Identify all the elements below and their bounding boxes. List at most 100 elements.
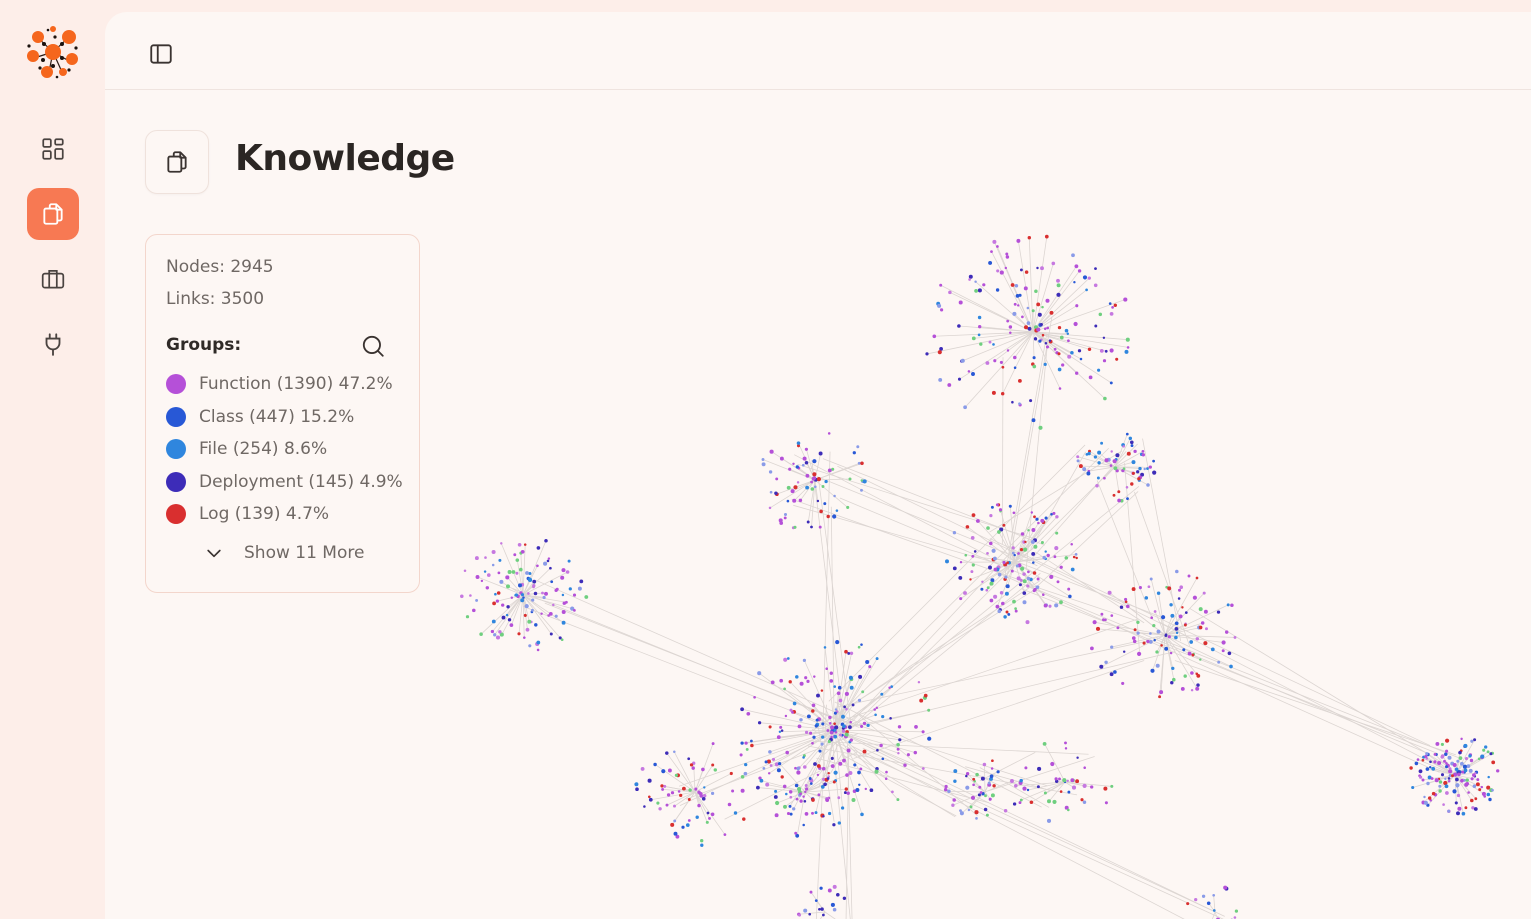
graph-node[interactable] <box>496 591 501 595</box>
graph-node[interactable] <box>542 595 546 600</box>
graph-node[interactable] <box>777 761 782 766</box>
graph-node[interactable] <box>1455 783 1460 788</box>
graph-node[interactable] <box>1452 789 1457 794</box>
graph-node[interactable] <box>975 519 980 523</box>
graph-node[interactable] <box>1122 650 1126 653</box>
graph-node[interactable] <box>1133 628 1137 632</box>
graph-node[interactable] <box>1489 752 1493 756</box>
graph-node[interactable] <box>973 550 977 553</box>
graph-node[interactable] <box>818 451 823 456</box>
graph-node[interactable] <box>982 283 986 287</box>
graph-node[interactable] <box>773 795 778 799</box>
graph-node[interactable] <box>1470 777 1474 781</box>
graph-node[interactable] <box>1042 555 1046 560</box>
graph-node[interactable] <box>1036 302 1041 307</box>
graph-node[interactable] <box>1067 339 1070 343</box>
graph-node[interactable] <box>803 765 807 769</box>
graph-node[interactable] <box>1085 288 1088 292</box>
graph-node[interactable] <box>727 802 732 807</box>
graph-node[interactable] <box>1122 467 1126 471</box>
graph-node[interactable] <box>1103 786 1108 791</box>
graph-node[interactable] <box>1201 894 1206 898</box>
graph-node[interactable] <box>1430 777 1434 780</box>
graph-node[interactable] <box>1031 418 1036 423</box>
graph-node[interactable] <box>821 766 826 771</box>
graph-node[interactable] <box>923 693 928 698</box>
graph-node[interactable] <box>546 559 550 563</box>
graph-node[interactable] <box>1038 425 1043 430</box>
graph-node[interactable] <box>500 542 503 545</box>
graph-node[interactable] <box>1109 672 1114 677</box>
graph-node[interactable] <box>1144 596 1149 600</box>
graph-node[interactable] <box>821 485 825 488</box>
graph-node[interactable] <box>1087 347 1092 352</box>
graph-node[interactable] <box>842 896 847 900</box>
graph-node[interactable] <box>1011 546 1015 550</box>
graph-node[interactable] <box>1206 901 1211 906</box>
graph-node[interactable] <box>815 718 819 722</box>
graph-node[interactable] <box>1170 613 1175 618</box>
graph-node[interactable] <box>661 769 666 774</box>
graph-node[interactable] <box>1155 650 1159 654</box>
graph-node[interactable] <box>999 270 1004 275</box>
graph-node[interactable] <box>849 651 854 655</box>
graph-node[interactable] <box>1416 758 1420 761</box>
graph-node[interactable] <box>1167 586 1172 591</box>
graph-node[interactable] <box>1159 690 1164 695</box>
graph-node[interactable] <box>524 604 529 609</box>
graph-node[interactable] <box>527 577 532 582</box>
graph-node[interactable] <box>1110 614 1114 617</box>
graph-node[interactable] <box>1480 754 1485 759</box>
graph-node[interactable] <box>977 288 982 293</box>
graph-node[interactable] <box>1491 760 1496 765</box>
graph-node[interactable] <box>939 283 943 287</box>
graph-node[interactable] <box>514 593 517 597</box>
graph-node[interactable] <box>808 777 812 780</box>
graph-node[interactable] <box>937 303 942 308</box>
graph-node[interactable] <box>835 640 840 645</box>
graph-node[interactable] <box>1174 635 1178 640</box>
graph-node[interactable] <box>1464 757 1469 761</box>
graph-node[interactable] <box>996 770 1000 774</box>
graph-node[interactable] <box>501 615 506 620</box>
graph-node[interactable] <box>1064 747 1068 750</box>
graph-node[interactable] <box>762 767 766 770</box>
graph-node[interactable] <box>1205 627 1208 631</box>
graph-node[interactable] <box>1052 511 1056 515</box>
graph-node[interactable] <box>1040 540 1044 545</box>
graph-node[interactable] <box>971 513 976 517</box>
graph-node[interactable] <box>1074 264 1079 269</box>
graph-node[interactable] <box>1434 778 1439 783</box>
graph-node[interactable] <box>1109 381 1113 385</box>
graph-node[interactable] <box>986 552 989 555</box>
graph-node[interactable] <box>1212 893 1216 897</box>
graph-node[interactable] <box>1018 583 1022 587</box>
graph-node[interactable] <box>1087 451 1091 456</box>
graph-node[interactable] <box>1113 670 1117 674</box>
graph-node[interactable] <box>1030 511 1034 514</box>
graph-node[interactable] <box>989 514 993 518</box>
graph-node[interactable] <box>673 819 677 823</box>
graph-node[interactable] <box>844 732 849 737</box>
graph-node[interactable] <box>490 629 495 634</box>
graph-node[interactable] <box>919 698 924 703</box>
graph-node[interactable] <box>979 791 983 794</box>
graph-node[interactable] <box>1187 574 1191 578</box>
graph-node[interactable] <box>1116 626 1120 630</box>
graph-node[interactable] <box>1433 753 1437 756</box>
graph-node[interactable] <box>647 778 652 783</box>
graph-node[interactable] <box>1191 653 1195 657</box>
graph-node[interactable] <box>1025 620 1030 625</box>
graph-node[interactable] <box>993 567 998 572</box>
graph-node[interactable] <box>798 498 803 503</box>
graph-node[interactable] <box>1070 567 1075 572</box>
graph-node[interactable] <box>965 774 968 778</box>
graph-node[interactable] <box>1059 600 1063 605</box>
graph-node[interactable] <box>1221 640 1226 645</box>
graph-node[interactable] <box>547 614 550 617</box>
graph-node[interactable] <box>783 687 786 691</box>
graph-node[interactable] <box>992 556 997 561</box>
graph-node[interactable] <box>648 797 653 802</box>
graph-node[interactable] <box>1109 464 1113 467</box>
graph-node[interactable] <box>861 690 865 694</box>
